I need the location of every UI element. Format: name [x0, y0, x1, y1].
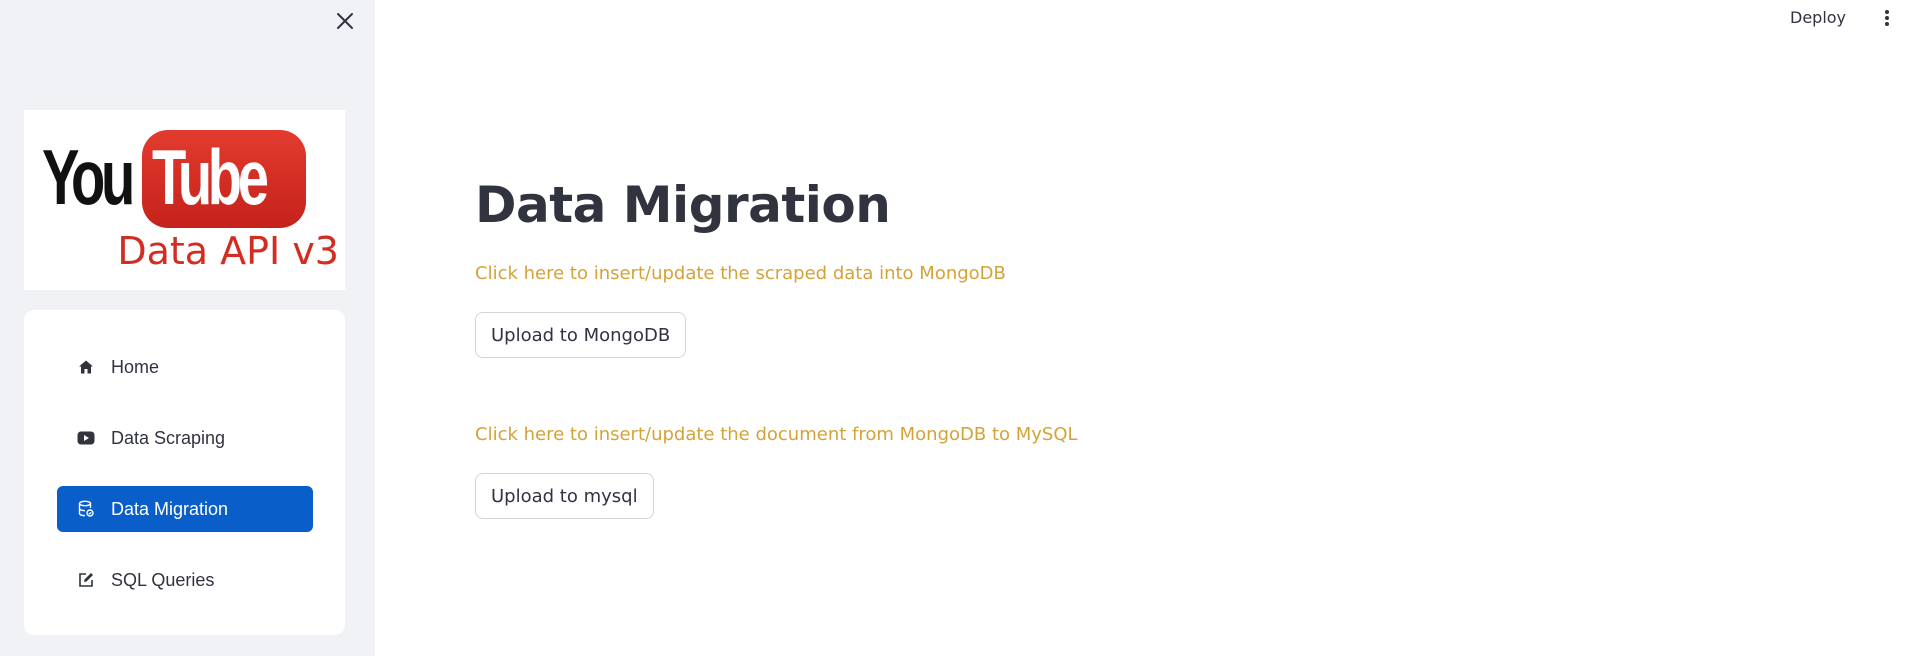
logo-text-tube: Tube [152, 133, 269, 221]
logo-text-you: You [42, 133, 135, 221]
youtube-icon [77, 429, 95, 447]
edit-icon [77, 571, 95, 589]
sidebar-item-data-migration[interactable]: Data Migration [57, 486, 313, 532]
youtube-data-api-logo: You Tube Data API v3 [24, 110, 345, 290]
home-icon [77, 358, 95, 376]
sidebar-menu: Home Data Scraping Data Migration SQL Qu… [24, 310, 345, 635]
kebab-menu-icon [1885, 10, 1889, 26]
close-icon [337, 13, 353, 29]
app-root: You Tube Data API v3 Home Data Scraping … [0, 0, 1910, 656]
sidebar-item-label: Data Scraping [111, 427, 226, 448]
upload-to-mongodb-button[interactable]: Upload to MongoDB [475, 312, 687, 358]
deploy-button[interactable]: Deploy [1790, 6, 1846, 30]
sidebar: You Tube Data API v3 Home Data Scraping … [0, 0, 375, 656]
mysql-hint-text: Click here to insert/update the document… [475, 424, 1078, 445]
sidebar-item-label: Home [111, 356, 160, 377]
database-icon [77, 500, 95, 518]
page-title: Data Migration [475, 176, 891, 234]
main-menu-button[interactable] [1878, 6, 1896, 30]
sidebar-item-label: SQL Queries [111, 569, 215, 590]
logo-subtitle: Data API v3 [117, 229, 339, 273]
sidebar-item-home[interactable]: Home [57, 344, 313, 390]
sidebar-item-label: Data Migration [111, 498, 229, 519]
sidebar-item-data-scraping[interactable]: Data Scraping [57, 415, 313, 461]
mongodb-hint-text: Click here to insert/update the scraped … [475, 263, 1006, 284]
upload-to-mysql-button[interactable]: Upload to mysql [475, 473, 654, 519]
close-sidebar-button[interactable] [332, 8, 358, 34]
sidebar-item-sql-queries[interactable]: SQL Queries [57, 557, 313, 603]
